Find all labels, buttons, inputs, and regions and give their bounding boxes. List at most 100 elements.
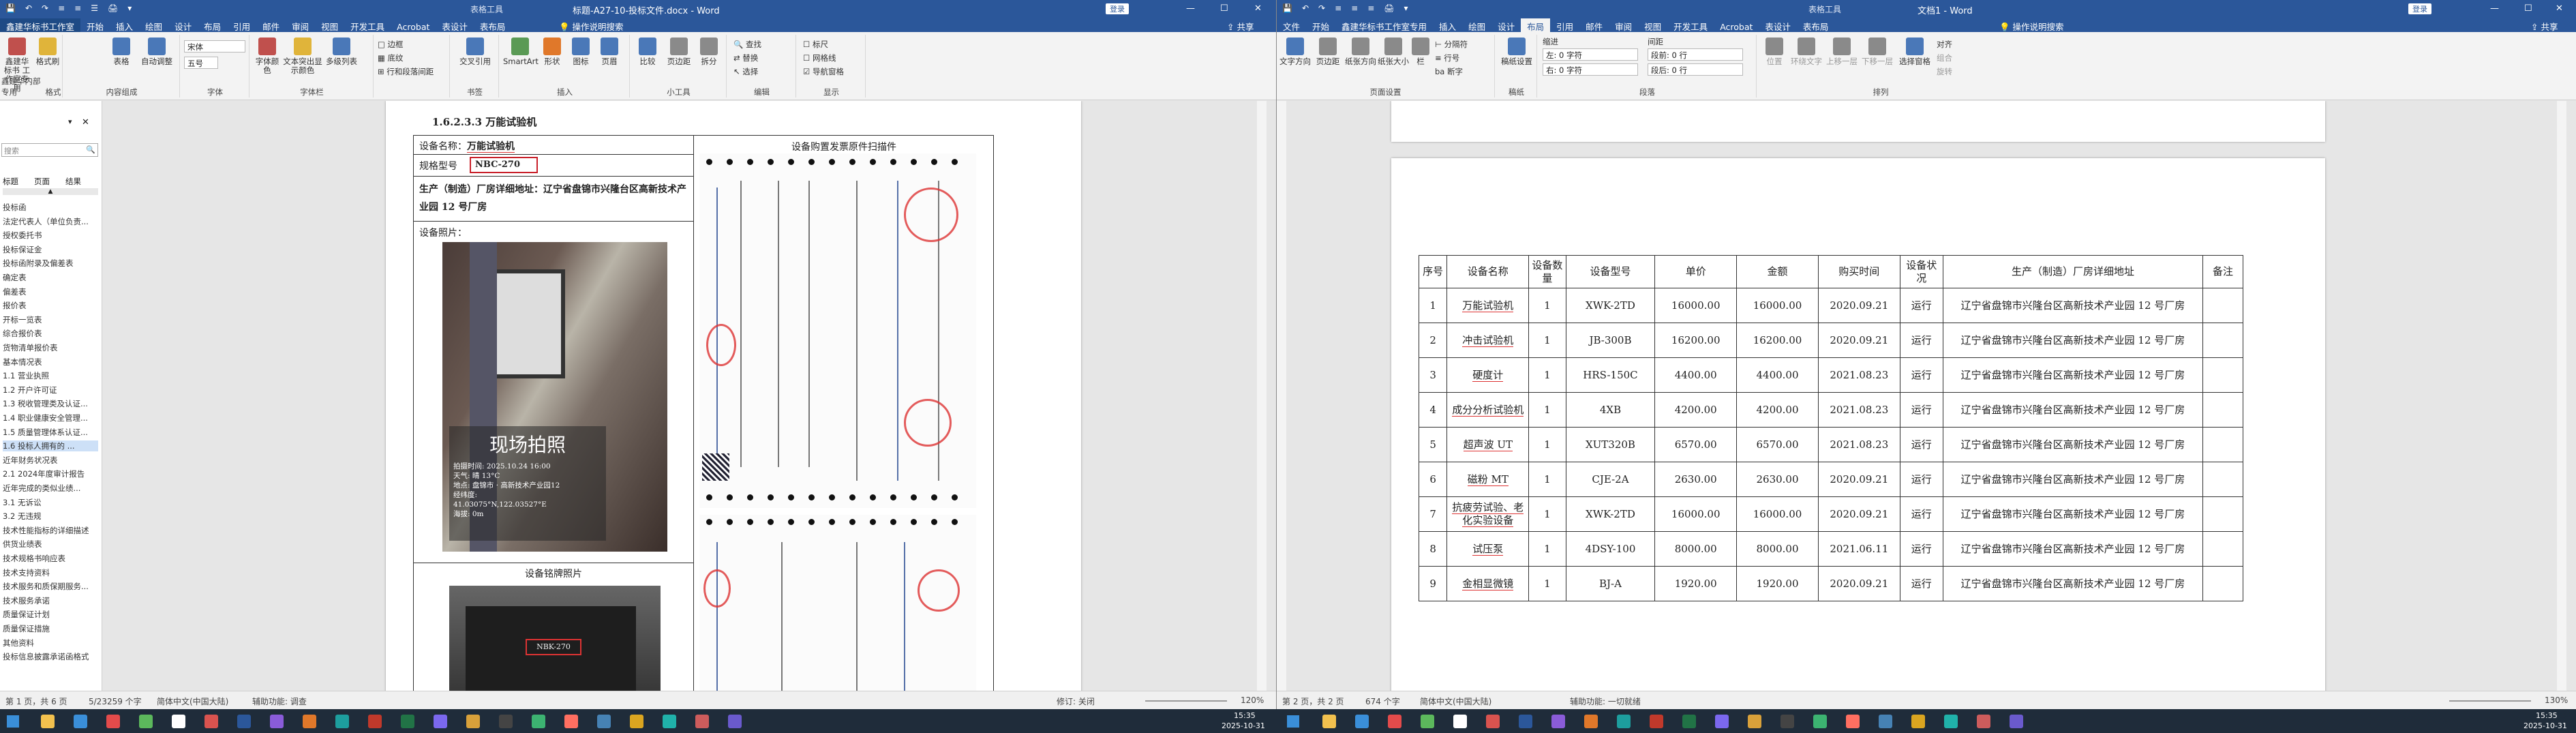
format-painter-button[interactable]: 格式刷 [34, 38, 61, 66]
ribbon-tab[interactable]: 审阅 [286, 18, 315, 32]
shading-button[interactable]: ▦ 底纹 [378, 53, 404, 63]
ribbon-tab[interactable]: 布局 [198, 18, 227, 32]
taskbar-app-icon[interactable] [597, 715, 611, 728]
taskbar-app-icon[interactable] [695, 715, 709, 728]
table-cell[interactable]: 磁粉 MT [1446, 462, 1530, 497]
split-button[interactable]: 拆分 [695, 38, 723, 66]
table-cell[interactable]: 4200.00 [1654, 392, 1738, 428]
taskbar-app-icon[interactable] [1355, 715, 1369, 728]
login-button[interactable]: 登录 [2408, 3, 2431, 14]
nav-heading-item[interactable]: 投标保证金 [3, 244, 98, 255]
quick-access-item[interactable]: 🖨 [1384, 3, 1394, 13]
nav-heading-item[interactable]: 1.1 营业执照 [3, 370, 98, 381]
nav-heading-item[interactable]: 投标函附录及偏差表 [3, 258, 98, 269]
table-cell[interactable]: 1 [1528, 496, 1566, 532]
table-cell[interactable]: 辽宁省盘锦市兴隆台区高新技术产业园 12 号厂房 [1942, 323, 2204, 358]
quick-access-toolbar[interactable]: 💾 ↶ ↷ ≡ ≡ ☰ 🖨 ▾ [5, 3, 141, 13]
table-cell[interactable]: 辽宁省盘锦市兴隆台区高新技术产业园 12 号厂房 [1942, 496, 2204, 532]
table-cell[interactable]: 超声波 UT [1446, 427, 1530, 462]
minimize-icon[interactable]: — [2490, 3, 2499, 14]
font-color-button[interactable]: 字体颜色 [254, 38, 281, 75]
spacing-button[interactable]: ⊞ 行和段落间距 [378, 66, 434, 77]
nav-options-icon[interactable]: ▾ [68, 117, 72, 126]
word-count[interactable]: 5/23259 个字 [89, 695, 142, 707]
taskbar-app-icon[interactable] [1486, 715, 1500, 728]
borders-button[interactable]: □ 边框 [378, 39, 404, 50]
nav-heading-item[interactable]: 投标函 [3, 202, 98, 213]
orientation-button[interactable]: 纸张方向 [1345, 38, 1376, 66]
login-button[interactable]: 登录 [1106, 3, 1129, 14]
select-button[interactable]: ↖ 选择 [733, 66, 758, 77]
table-cell[interactable]: 1 [1528, 357, 1566, 393]
taskbar-app-icon[interactable] [1551, 715, 1565, 728]
ribbon-tab[interactable]: 插入 [110, 18, 139, 32]
ribbon-tab[interactable]: 开始 [1306, 18, 1335, 32]
ribbon-tab[interactable]: 开发工具 [1667, 18, 1714, 32]
table-cell[interactable]: 运行 [1899, 288, 1943, 323]
nav-heading-item[interactable]: 技术服务和质保期服务... [3, 581, 98, 592]
table-cell[interactable]: 硬度计 [1446, 357, 1530, 393]
taskbar-app-icon[interactable] [630, 715, 643, 728]
taskbar-app-icon[interactable] [1944, 715, 1958, 728]
taskbar-app-icon[interactable] [1813, 715, 1827, 728]
table-cell[interactable]: 辽宁省盘锦市兴隆台区高新技术产业园 12 号厂房 [1942, 462, 2204, 497]
ribbon-tab[interactable]: 审阅 [1609, 18, 1638, 32]
table-cell[interactable]: 2021.06.11 [1817, 531, 1900, 567]
table-cell[interactable]: 6570.00 [1654, 427, 1738, 462]
taskbar-app-icon[interactable] [1879, 715, 1892, 728]
nav-search-input[interactable]: 搜索 🔍 [1, 143, 98, 157]
table-cell[interactable]: 2020.09.21 [1817, 462, 1900, 497]
maximize-icon[interactable]: ☐ [1220, 3, 1228, 14]
smartart-button[interactable]: SmartArt [503, 38, 539, 66]
table-cell[interactable]: 辽宁省盘锦市兴隆台区高新技术产业园 12 号厂房 [1942, 531, 2204, 567]
nav-heading-item[interactable]: 法定代表人（单位负责... [3, 216, 98, 227]
table-cell[interactable] [2202, 427, 2243, 462]
taskbar-app-icon[interactable] [1682, 715, 1696, 728]
table-cell[interactable]: 1 [1528, 323, 1566, 358]
ribbon-tab[interactable]: 引用 [1550, 18, 1579, 32]
breaks-button[interactable]: ⊢ 分隔符 [1435, 39, 1468, 50]
taskbar-app-icon[interactable] [564, 715, 578, 728]
ribbon-tab[interactable]: 开发工具 [344, 18, 391, 32]
table-cell[interactable]: 运行 [1899, 357, 1943, 393]
table-cell[interactable]: 成分分析试验机 [1446, 392, 1530, 428]
nav-heading-item[interactable]: 技术支持资料 [3, 567, 98, 578]
left-ribbon-tabs[interactable]: 鑫建华标书工作室 开始 插入 绘图 设计 布局 引用 邮件 审阅 视图 开发工具 Acrobat 表设计… [0, 18, 1276, 32]
language[interactable]: 简体中文(中国大陆) [1420, 695, 1491, 707]
table-cell[interactable]: 1 [1528, 427, 1566, 462]
nav-heading-item[interactable]: 其他资料 [3, 638, 98, 648]
ribbon-tab[interactable]: 插入 [1433, 18, 1462, 32]
font-name-combo[interactable]: 宋体 [184, 40, 245, 53]
table-cell[interactable] [2202, 357, 2243, 393]
indent-right-input[interactable]: 右: 0 字符 [1543, 63, 1638, 76]
taskbar-app-icon[interactable] [1715, 715, 1729, 728]
table-cell[interactable]: 2020.09.21 [1817, 566, 1900, 601]
nav-heading-item[interactable]: 1.6 投标人拥有的 ... [3, 440, 98, 452]
table-cell[interactable]: 2020.09.21 [1817, 323, 1900, 358]
autofit-button[interactable]: 自动调整 [138, 38, 176, 66]
ribbon-tab[interactable]: 表设计 [436, 18, 474, 32]
taskbar-app-icon[interactable] [728, 715, 742, 728]
taskbar-app-icon[interactable] [532, 715, 545, 728]
table-cell[interactable]: 6570.00 [1736, 427, 1819, 462]
table-cell[interactable]: 1 [1418, 288, 1448, 323]
taskbar-app-icon[interactable] [303, 715, 316, 728]
margins-button[interactable]: 页边距 [1312, 38, 1344, 66]
table-cell[interactable]: 1 [1528, 531, 1566, 567]
quick-access-item[interactable]: ▾ [127, 3, 132, 13]
taskbar-app-icon[interactable] [335, 715, 349, 728]
quick-access-item[interactable]: ≡ [58, 3, 65, 13]
table-cell[interactable]: 4200.00 [1736, 392, 1819, 428]
table-cell[interactable]: 运行 [1899, 462, 1943, 497]
table-cell[interactable]: 5 [1418, 427, 1448, 462]
find-button[interactable]: 🔍 查找 [733, 39, 761, 50]
table-cell[interactable]: 1 [1528, 392, 1566, 428]
table-cell[interactable]: 16200.00 [1736, 323, 1819, 358]
nav-heading-item[interactable]: 基本情况表 [3, 357, 98, 368]
ribbon-tab[interactable]: 鑫建华标书工作室 [0, 18, 81, 32]
taskbar-app-icon[interactable] [434, 715, 447, 728]
taskbar-app-icon[interactable] [172, 715, 185, 728]
start-icon[interactable] [1287, 715, 1299, 728]
nav-heading-item[interactable]: 报价表 [3, 300, 98, 311]
taskbar-app-icon[interactable] [1519, 715, 1532, 728]
